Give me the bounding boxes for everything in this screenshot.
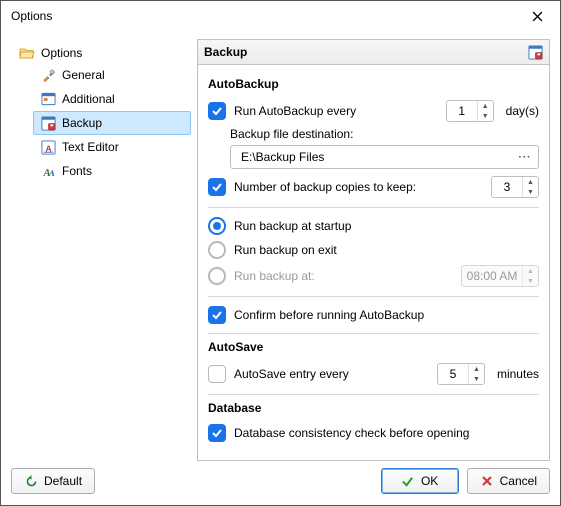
checkbox-confirm-autobackup[interactable] bbox=[208, 306, 226, 324]
tree-item-general[interactable]: General bbox=[33, 63, 191, 87]
divider bbox=[208, 333, 539, 334]
tree-item-fonts[interactable]: A A Fonts bbox=[33, 159, 191, 183]
radio-run-backup-exit[interactable] bbox=[208, 241, 226, 259]
radio-run-backup-startup[interactable] bbox=[208, 217, 226, 235]
options-tree: Options General Additional bbox=[11, 39, 191, 459]
tree-item-label: Text Editor bbox=[62, 140, 119, 154]
divider bbox=[208, 394, 539, 395]
label-run-backup-startup: Run backup at startup bbox=[234, 219, 351, 233]
spinner-autosave-minutes[interactable]: ▲▼ bbox=[437, 363, 485, 385]
check-icon bbox=[401, 474, 415, 488]
row-radio-exit: Run backup on exit bbox=[208, 238, 539, 262]
panel-title: Backup bbox=[204, 45, 247, 59]
row-radio-at: Run backup at: ▲▼ bbox=[208, 262, 539, 290]
checkbox-run-autobackup-every[interactable] bbox=[208, 102, 226, 120]
button-bar: Default OK Cancel bbox=[1, 459, 560, 503]
input-backup-destination[interactable] bbox=[239, 149, 516, 165]
window-icon bbox=[40, 91, 56, 107]
unit-days: day(s) bbox=[506, 104, 539, 118]
row-radio-startup: Run backup at startup bbox=[208, 214, 539, 238]
refresh-icon bbox=[24, 474, 38, 488]
cancel-icon bbox=[480, 474, 494, 488]
spinner-autosave-minutes-input[interactable] bbox=[438, 366, 468, 382]
panel-header: Backup bbox=[198, 40, 549, 65]
spinner-arrows[interactable]: ▲▼ bbox=[522, 177, 538, 197]
checkbox-backup-copies[interactable] bbox=[208, 178, 226, 196]
spinner-backup-copies-input[interactable] bbox=[492, 179, 522, 195]
unit-minutes: minutes bbox=[497, 367, 539, 381]
svg-text:A: A bbox=[48, 167, 55, 177]
section-autosave-title: AutoSave bbox=[208, 340, 539, 354]
folder-open-icon bbox=[19, 45, 35, 61]
row-backup-copies: Number of backup copies to keep: ▲▼ bbox=[208, 173, 539, 201]
ok-button[interactable]: OK bbox=[381, 468, 459, 494]
fonts-icon: A A bbox=[40, 163, 56, 179]
tree-item-label: Additional bbox=[62, 92, 115, 106]
text-editor-icon: A bbox=[40, 139, 56, 155]
section-database-title: Database bbox=[208, 401, 539, 415]
spinner-arrows: ▲▼ bbox=[522, 266, 538, 286]
disk-save-icon bbox=[527, 44, 543, 60]
radio-run-backup-at[interactable] bbox=[208, 267, 226, 285]
tree-item-additional[interactable]: Additional bbox=[33, 87, 191, 111]
timepicker-backup-at: ▲▼ bbox=[461, 265, 539, 287]
row-autosave-every: AutoSave entry every ▲▼ minutes bbox=[208, 360, 539, 388]
panel-body: AutoBackup Run AutoBackup every ▲▼ day(s… bbox=[198, 65, 549, 453]
spinner-arrows[interactable]: ▲▼ bbox=[468, 364, 484, 384]
textfield-backup-destination[interactable]: ··· bbox=[230, 145, 539, 169]
content-area: Options General Additional bbox=[1, 31, 560, 459]
cancel-button[interactable]: Cancel bbox=[467, 468, 550, 494]
tree-item-text-editor[interactable]: A Text Editor bbox=[33, 135, 191, 159]
spinner-arrows[interactable]: ▲▼ bbox=[477, 101, 493, 121]
tools-icon bbox=[40, 67, 56, 83]
row-db-consistency: Database consistency check before openin… bbox=[208, 421, 539, 445]
checkbox-autosave-every[interactable] bbox=[208, 365, 226, 383]
label-backup-copies: Number of backup copies to keep: bbox=[234, 180, 416, 194]
label-autosave-every: AutoSave entry every bbox=[234, 367, 349, 381]
spinner-autobackup-days-input[interactable] bbox=[447, 103, 477, 119]
browse-button[interactable]: ··· bbox=[516, 152, 534, 163]
tree-item-backup[interactable]: Backup bbox=[33, 111, 191, 135]
divider bbox=[208, 207, 539, 208]
tree-item-label: Backup bbox=[62, 116, 102, 130]
label-confirm-autobackup: Confirm before running AutoBackup bbox=[234, 308, 424, 322]
label-run-backup-exit: Run backup on exit bbox=[234, 243, 337, 257]
label-db-consistency: Database consistency check before openin… bbox=[234, 426, 469, 440]
row-confirm-autobackup: Confirm before running AutoBackup bbox=[208, 303, 539, 327]
tree-item-label: General bbox=[62, 68, 105, 82]
spinner-autobackup-days[interactable]: ▲▼ bbox=[446, 100, 494, 122]
tree-item-label: Fonts bbox=[62, 164, 92, 178]
cancel-button-label: Cancel bbox=[500, 474, 537, 488]
spinner-backup-copies[interactable]: ▲▼ bbox=[491, 176, 539, 198]
label-run-backup-at: Run backup at: bbox=[234, 269, 315, 283]
settings-panel: Backup AutoBackup Run AutoBackup every bbox=[197, 39, 550, 461]
tree-root-label: Options bbox=[41, 46, 82, 60]
row-run-autobackup-every: Run AutoBackup every ▲▼ day(s) bbox=[208, 97, 539, 125]
ok-button-label: OK bbox=[421, 474, 438, 488]
close-button[interactable] bbox=[522, 1, 552, 31]
label-backup-destination: Backup file destination: bbox=[230, 127, 539, 141]
tree-root-options[interactable]: Options bbox=[15, 43, 191, 63]
label-run-autobackup-every: Run AutoBackup every bbox=[234, 104, 356, 118]
default-button-label: Default bbox=[44, 474, 82, 488]
default-button[interactable]: Default bbox=[11, 468, 95, 494]
close-icon bbox=[532, 11, 543, 22]
section-autobackup-title: AutoBackup bbox=[208, 77, 539, 91]
titlebar: Options bbox=[1, 1, 560, 31]
divider bbox=[208, 296, 539, 297]
timepicker-input bbox=[462, 268, 522, 284]
window-title: Options bbox=[11, 9, 52, 23]
disk-save-icon bbox=[40, 115, 56, 131]
checkbox-db-consistency[interactable] bbox=[208, 424, 226, 442]
